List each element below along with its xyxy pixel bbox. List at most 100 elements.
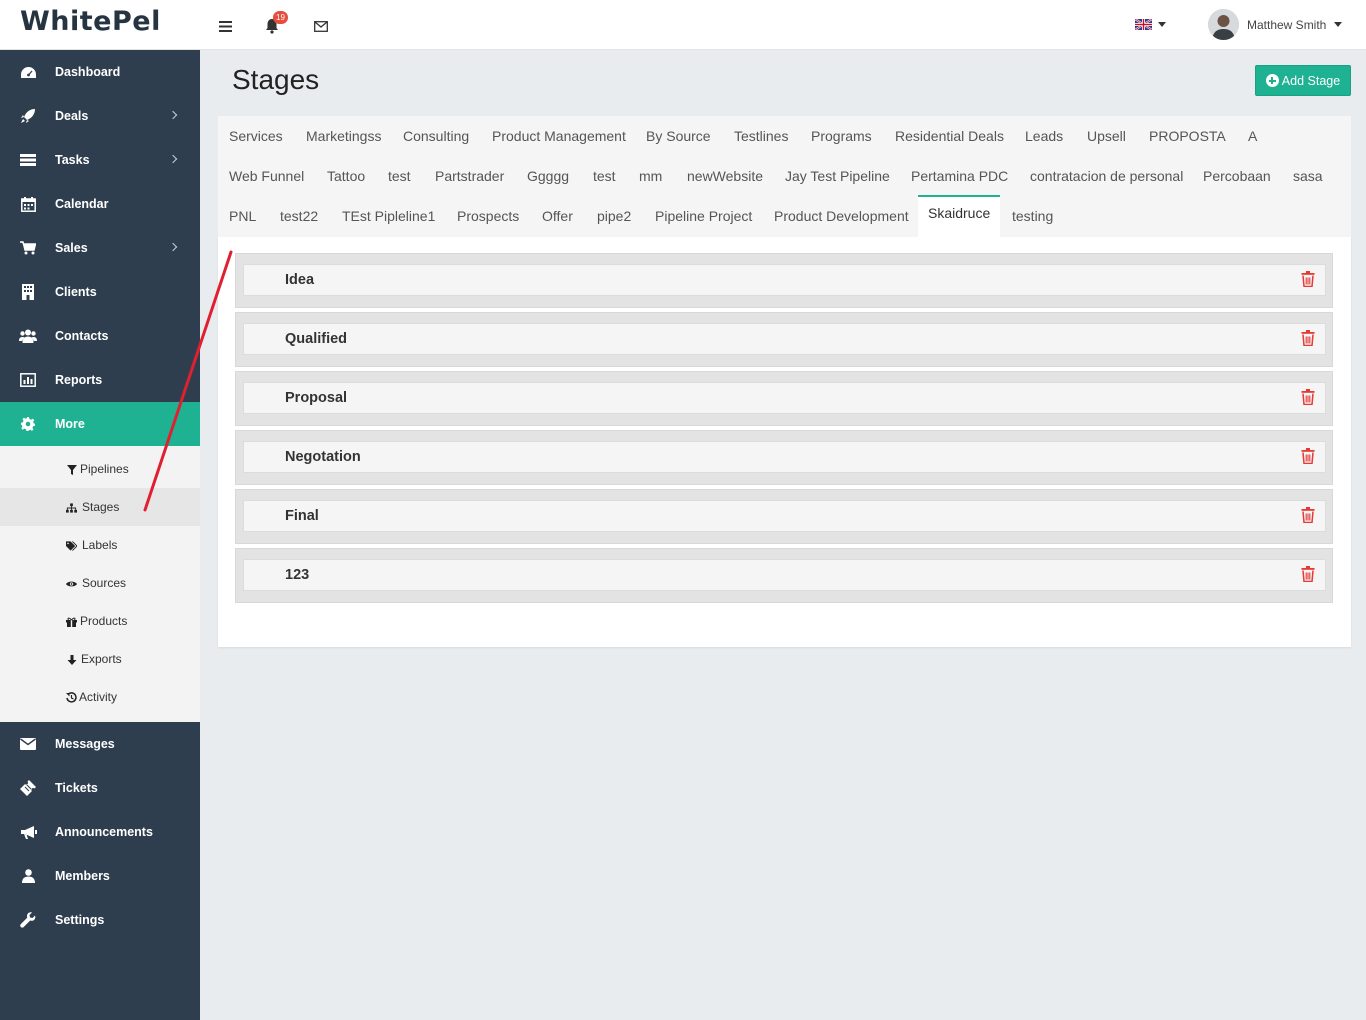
stage-row[interactable]: Idea	[235, 253, 1333, 308]
tab-test22[interactable]: test22	[280, 208, 318, 224]
avatar	[1208, 9, 1239, 40]
tab-skaidruce[interactable]: Skaidruce	[918, 195, 1001, 237]
tab-percobaan[interactable]: Percobaan	[1203, 168, 1271, 184]
tab-tattoo[interactable]: Tattoo	[327, 168, 365, 184]
trash-icon[interactable]	[1301, 330, 1315, 346]
tab-programs[interactable]: Programs	[811, 128, 872, 144]
sitemap-icon	[66, 502, 77, 513]
sidebar-item-dashboard[interactable]: Dashboard	[0, 50, 200, 94]
sidebar-item-settings[interactable]: Settings	[0, 898, 200, 942]
tab-product-management[interactable]: Product Management	[492, 128, 626, 144]
stage-row-inner: Final	[243, 500, 1326, 532]
tab-pnl[interactable]: PNL	[229, 208, 256, 224]
stage-row[interactable]: Proposal	[235, 371, 1333, 426]
chevron-right-icon	[168, 154, 178, 164]
tab-prospects[interactable]: Prospects	[457, 208, 519, 224]
stage-row-inner: Negotation	[243, 441, 1326, 473]
tab-offer[interactable]: Offer	[542, 208, 573, 224]
tab-product-development[interactable]: Product Development	[774, 208, 909, 224]
user-name: Matthew Smith	[1247, 17, 1327, 32]
stage-name: Qualified	[285, 331, 348, 347]
tab-by-source[interactable]: By Source	[646, 128, 711, 144]
sidebar-item-label: Messages	[55, 737, 115, 751]
stage-name: Negotation	[285, 449, 361, 465]
tab-ggggg[interactable]: Ggggg	[527, 168, 569, 184]
tab-testlines[interactable]: Testlines	[734, 128, 788, 144]
tab-marketingss[interactable]: Marketingss	[306, 128, 381, 144]
tab-residential-deals[interactable]: Residential Deals	[895, 128, 1004, 144]
tab-a[interactable]: A	[1248, 128, 1257, 144]
submenu-item-label: Activity	[79, 690, 118, 704]
sidebar-item-label: Calendar	[55, 197, 109, 211]
submenu-item-labels[interactable]: Labels	[0, 526, 200, 564]
stage-name: Proposal	[285, 390, 348, 406]
tab-sasa[interactable]: sasa	[1293, 168, 1323, 184]
tab-services[interactable]: Services	[229, 128, 283, 144]
stage-row[interactable]: Final	[235, 489, 1333, 544]
tab-partstrader[interactable]: Partstrader	[435, 168, 504, 184]
trash-icon[interactable]	[1301, 448, 1315, 464]
add-stage-button[interactable]: Add Stage	[1255, 65, 1351, 96]
submenu-item-sources[interactable]: Sources	[0, 564, 200, 602]
submenu-item-products[interactable]: Products	[0, 602, 200, 640]
sidebar-item-members[interactable]: Members	[0, 854, 200, 898]
tab-testing[interactable]: testing	[1012, 208, 1053, 224]
submenu-item-stages[interactable]: Stages	[0, 488, 200, 526]
submenu-item-activity[interactable]: Activity	[0, 678, 200, 716]
sidebar-item-calendar[interactable]: Calendar	[0, 182, 200, 226]
submenu-item-label: Exports	[81, 652, 122, 666]
tab-newwebsite[interactable]: newWebsite	[687, 168, 763, 184]
sidebar-item-sales[interactable]: Sales	[0, 226, 200, 270]
submenu-item-label: Sources	[82, 576, 127, 590]
trash-icon[interactable]	[1301, 389, 1315, 405]
tab-mm[interactable]: mm	[639, 168, 662, 184]
tab-web-funnel[interactable]: Web Funnel	[229, 168, 304, 184]
tab-leads[interactable]: Leads	[1025, 128, 1063, 144]
menu-toggle-icon[interactable]	[216, 17, 234, 35]
trash-icon[interactable]	[1301, 271, 1315, 287]
tab-jay-test-pipeline[interactable]: Jay Test Pipeline	[785, 168, 890, 184]
sidebar-item-label: Reports	[55, 373, 103, 387]
tasks-icon	[19, 151, 37, 169]
tab-proposta[interactable]: PROPOSTA	[1149, 128, 1226, 144]
submenu-item-pipelines[interactable]: Pipelines	[0, 450, 200, 488]
submenu-item-exports[interactable]: Exports	[0, 640, 200, 678]
sidebar-item-tasks[interactable]: Tasks	[0, 138, 200, 182]
sidebar-item-reports[interactable]: Reports	[0, 358, 200, 402]
tab-pipe2[interactable]: pipe2	[597, 208, 631, 224]
sidebar-item-contacts[interactable]: Contacts	[0, 314, 200, 358]
building-icon	[19, 283, 37, 301]
tab-test-pipleline1[interactable]: TEst Pipleline1	[342, 208, 435, 224]
tab-test[interactable]: test	[388, 168, 411, 184]
sidebar-item-label: Deals	[55, 109, 89, 123]
tab-pipeline-project[interactable]: Pipeline Project	[655, 208, 752, 224]
tab-contratacion-de-personal[interactable]: contratacion de personal	[1030, 168, 1183, 184]
trash-icon[interactable]	[1301, 566, 1315, 582]
language-selector[interactable]	[1135, 19, 1166, 30]
pipeline-tabs: Services Marketingss Consulting Product …	[218, 116, 1351, 237]
envelope-icon	[19, 735, 37, 753]
sidebar-item-deals[interactable]: Deals	[0, 94, 200, 138]
sidebar-item-tickets[interactable]: Tickets	[0, 766, 200, 810]
submenu-item-label: Pipelines	[80, 462, 129, 476]
tab-consulting[interactable]: Consulting	[403, 128, 469, 144]
stage-row[interactable]: 123	[235, 548, 1333, 603]
sidebar-item-clients[interactable]: Clients	[0, 270, 200, 314]
user-menu[interactable]: Matthew Smith	[1208, 9, 1343, 40]
tab-pertamina-pdc[interactable]: Pertamina PDC	[911, 168, 1008, 184]
stage-row[interactable]: Negotation	[235, 430, 1333, 485]
top-bar: WhitePel 19 Matthew Smith	[0, 0, 1366, 50]
more-submenu: Pipelines Stages Labels Sources Products…	[0, 446, 200, 722]
tab-upsell[interactable]: Upsell	[1087, 128, 1126, 144]
tab-test-2[interactable]: test	[593, 168, 616, 184]
sidebar-item-announcements[interactable]: Announcements	[0, 810, 200, 854]
sidebar-item-label: Tasks	[55, 153, 90, 167]
stage-row[interactable]: Qualified	[235, 312, 1333, 367]
sidebar-item-more[interactable]: More	[0, 402, 200, 446]
app-logo[interactable]: WhitePel	[20, 6, 161, 37]
bullhorn-icon	[19, 823, 37, 841]
sidebar-item-messages[interactable]: Messages	[0, 722, 200, 766]
envelope-icon[interactable]	[312, 17, 330, 35]
trash-icon[interactable]	[1301, 507, 1315, 523]
tags-icon	[66, 540, 77, 551]
